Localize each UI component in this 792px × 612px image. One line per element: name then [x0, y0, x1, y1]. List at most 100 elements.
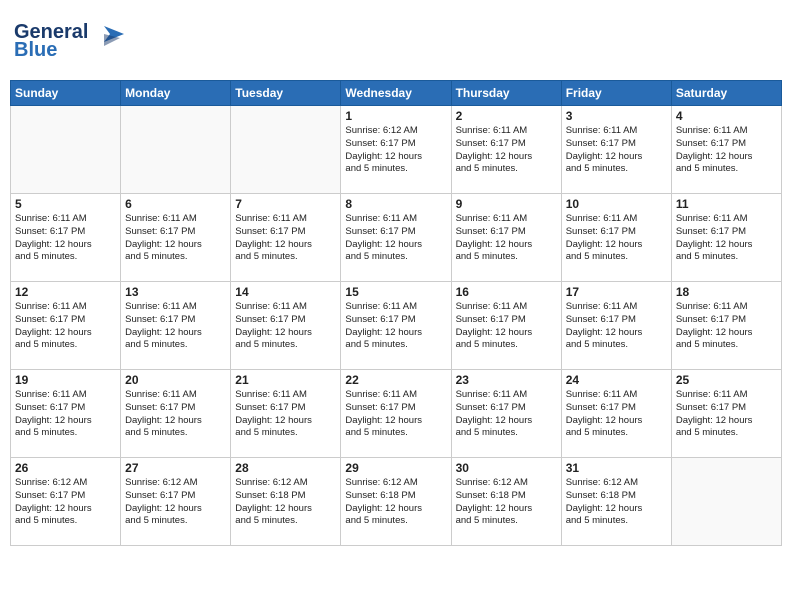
- calendar-cell: 8 Sunrise: 6:11 AM Sunset: 6:17 PM Daylig…: [341, 194, 451, 282]
- day-content: Sunrise: 6:12 AM Sunset: 6:17 PM Dayligh…: [345, 125, 446, 176]
- day-number: 3: [566, 109, 667, 123]
- day-content: Sunrise: 6:12 AM Sunset: 6:17 PM Dayligh…: [125, 477, 226, 528]
- day-number: 4: [676, 109, 777, 123]
- day-content: Sunrise: 6:11 AM Sunset: 6:17 PM Dayligh…: [345, 301, 446, 352]
- calendar-cell: 17 Sunrise: 6:11 AM Sunset: 6:17 PM Dayli…: [561, 282, 671, 370]
- weekday-header-wednesday: Wednesday: [341, 81, 451, 106]
- calendar-cell: [121, 106, 231, 194]
- day-content: Sunrise: 6:11 AM Sunset: 6:17 PM Dayligh…: [15, 301, 116, 352]
- page-header: General Blue: [10, 10, 782, 72]
- day-number: 25: [676, 373, 777, 387]
- day-number: 8: [345, 197, 446, 211]
- calendar-cell: 7 Sunrise: 6:11 AM Sunset: 6:17 PM Daylig…: [231, 194, 341, 282]
- day-content: Sunrise: 6:11 AM Sunset: 6:17 PM Dayligh…: [676, 301, 777, 352]
- day-number: 14: [235, 285, 336, 299]
- calendar-cell: 4 Sunrise: 6:11 AM Sunset: 6:17 PM Daylig…: [671, 106, 781, 194]
- calendar-cell: 1 Sunrise: 6:12 AM Sunset: 6:17 PM Daylig…: [341, 106, 451, 194]
- calendar-cell: 22 Sunrise: 6:11 AM Sunset: 6:17 PM Dayli…: [341, 370, 451, 458]
- day-number: 28: [235, 461, 336, 475]
- calendar-cell: 13 Sunrise: 6:11 AM Sunset: 6:17 PM Dayli…: [121, 282, 231, 370]
- calendar-cell: 19 Sunrise: 6:11 AM Sunset: 6:17 PM Dayli…: [11, 370, 121, 458]
- calendar-cell: 15 Sunrise: 6:11 AM Sunset: 6:17 PM Dayli…: [341, 282, 451, 370]
- calendar-table: SundayMondayTuesdayWednesdayThursdayFrid…: [10, 80, 782, 546]
- day-number: 20: [125, 373, 226, 387]
- weekday-header-friday: Friday: [561, 81, 671, 106]
- weekday-header-tuesday: Tuesday: [231, 81, 341, 106]
- day-content: Sunrise: 6:11 AM Sunset: 6:17 PM Dayligh…: [456, 389, 557, 440]
- day-content: Sunrise: 6:11 AM Sunset: 6:17 PM Dayligh…: [125, 301, 226, 352]
- day-content: Sunrise: 6:11 AM Sunset: 6:17 PM Dayligh…: [456, 213, 557, 264]
- day-content: Sunrise: 6:12 AM Sunset: 6:18 PM Dayligh…: [235, 477, 336, 528]
- calendar-cell: 11 Sunrise: 6:11 AM Sunset: 6:17 PM Dayli…: [671, 194, 781, 282]
- logo-text: General Blue: [14, 16, 124, 66]
- calendar-cell: 16 Sunrise: 6:11 AM Sunset: 6:17 PM Dayli…: [451, 282, 561, 370]
- day-number: 27: [125, 461, 226, 475]
- day-content: Sunrise: 6:11 AM Sunset: 6:17 PM Dayligh…: [235, 389, 336, 440]
- day-content: Sunrise: 6:11 AM Sunset: 6:17 PM Dayligh…: [566, 389, 667, 440]
- calendar-cell: 12 Sunrise: 6:11 AM Sunset: 6:17 PM Dayli…: [11, 282, 121, 370]
- day-number: 7: [235, 197, 336, 211]
- weekday-header-thursday: Thursday: [451, 81, 561, 106]
- day-content: Sunrise: 6:11 AM Sunset: 6:17 PM Dayligh…: [125, 389, 226, 440]
- calendar-cell: 28 Sunrise: 6:12 AM Sunset: 6:18 PM Dayli…: [231, 458, 341, 546]
- day-content: Sunrise: 6:11 AM Sunset: 6:17 PM Dayligh…: [345, 389, 446, 440]
- weekday-header-monday: Monday: [121, 81, 231, 106]
- calendar-cell: 27 Sunrise: 6:12 AM Sunset: 6:17 PM Dayli…: [121, 458, 231, 546]
- calendar-cell: 31 Sunrise: 6:12 AM Sunset: 6:18 PM Dayli…: [561, 458, 671, 546]
- calendar-cell: [231, 106, 341, 194]
- day-number: 1: [345, 109, 446, 123]
- weekday-header-sunday: Sunday: [11, 81, 121, 106]
- day-content: Sunrise: 6:11 AM Sunset: 6:17 PM Dayligh…: [456, 301, 557, 352]
- calendar-cell: 3Sunrise: 6:11 AM Sunset: 6:17 PM Daylig…: [561, 106, 671, 194]
- day-number: 21: [235, 373, 336, 387]
- calendar-cell: 25 Sunrise: 6:11 AM Sunset: 6:17 PM Dayli…: [671, 370, 781, 458]
- day-content: Sunrise: 6:12 AM Sunset: 6:18 PM Dayligh…: [345, 477, 446, 528]
- day-number: 29: [345, 461, 446, 475]
- day-number: 31: [566, 461, 667, 475]
- day-content: Sunrise: 6:12 AM Sunset: 6:17 PM Dayligh…: [15, 477, 116, 528]
- day-number: 17: [566, 285, 667, 299]
- calendar-cell: [11, 106, 121, 194]
- day-content: Sunrise: 6:11 AM Sunset: 6:17 PM Dayligh…: [566, 301, 667, 352]
- day-content: Sunrise: 6:12 AM Sunset: 6:18 PM Dayligh…: [566, 477, 667, 528]
- calendar-cell: 20 Sunrise: 6:11 AM Sunset: 6:17 PM Dayli…: [121, 370, 231, 458]
- day-number: 26: [15, 461, 116, 475]
- calendar-cell: 14 Sunrise: 6:11 AM Sunset: 6:17 PM Dayli…: [231, 282, 341, 370]
- day-number: 15: [345, 285, 446, 299]
- calendar-cell: 18Sunrise: 6:11 AM Sunset: 6:17 PM Dayli…: [671, 282, 781, 370]
- day-number: 9: [456, 197, 557, 211]
- day-number: 19: [15, 373, 116, 387]
- day-content: Sunrise: 6:11 AM Sunset: 6:17 PM Dayligh…: [235, 213, 336, 264]
- day-number: 24: [566, 373, 667, 387]
- day-number: 23: [456, 373, 557, 387]
- calendar-cell: 10 Sunrise: 6:11 AM Sunset: 6:17 PM Dayli…: [561, 194, 671, 282]
- calendar-cell: 23 Sunrise: 6:11 AM Sunset: 6:17 PM Dayli…: [451, 370, 561, 458]
- weekday-header-saturday: Saturday: [671, 81, 781, 106]
- calendar-cell: 9 Sunrise: 6:11 AM Sunset: 6:17 PM Daylig…: [451, 194, 561, 282]
- day-content: Sunrise: 6:11 AM Sunset: 6:17 PM Dayligh…: [676, 213, 777, 264]
- day-content: Sunrise: 6:11 AM Sunset: 6:17 PM Dayligh…: [15, 389, 116, 440]
- day-content: Sunrise: 6:11 AM Sunset: 6:17 PM Dayligh…: [456, 125, 557, 176]
- day-content: Sunrise: 6:11 AM Sunset: 6:17 PM Dayligh…: [566, 213, 667, 264]
- calendar-cell: [671, 458, 781, 546]
- day-number: 12: [15, 285, 116, 299]
- day-number: 13: [125, 285, 226, 299]
- calendar-cell: 2Sunrise: 6:11 AM Sunset: 6:17 PM Daylig…: [451, 106, 561, 194]
- day-number: 16: [456, 285, 557, 299]
- calendar-cell: 26 Sunrise: 6:12 AM Sunset: 6:17 PM Dayli…: [11, 458, 121, 546]
- day-content: Sunrise: 6:11 AM Sunset: 6:17 PM Dayligh…: [345, 213, 446, 264]
- day-number: 22: [345, 373, 446, 387]
- day-number: 10: [566, 197, 667, 211]
- day-content: Sunrise: 6:11 AM Sunset: 6:17 PM Dayligh…: [15, 213, 116, 264]
- day-content: Sunrise: 6:11 AM Sunset: 6:17 PM Dayligh…: [235, 301, 336, 352]
- calendar-cell: 29 Sunrise: 6:12 AM Sunset: 6:18 PM Dayli…: [341, 458, 451, 546]
- day-content: Sunrise: 6:11 AM Sunset: 6:17 PM Dayligh…: [676, 125, 777, 176]
- calendar-cell: 5 Sunrise: 6:11 AM Sunset: 6:17 PM Daylig…: [11, 194, 121, 282]
- day-number: 11: [676, 197, 777, 211]
- day-content: Sunrise: 6:11 AM Sunset: 6:17 PM Dayligh…: [676, 389, 777, 440]
- calendar-cell: 24 Sunrise: 6:11 AM Sunset: 6:17 PM Dayli…: [561, 370, 671, 458]
- day-number: 30: [456, 461, 557, 475]
- logo: General Blue: [14, 16, 124, 66]
- day-content: Sunrise: 6:12 AM Sunset: 6:18 PM Dayligh…: [456, 477, 557, 528]
- day-number: 5: [15, 197, 116, 211]
